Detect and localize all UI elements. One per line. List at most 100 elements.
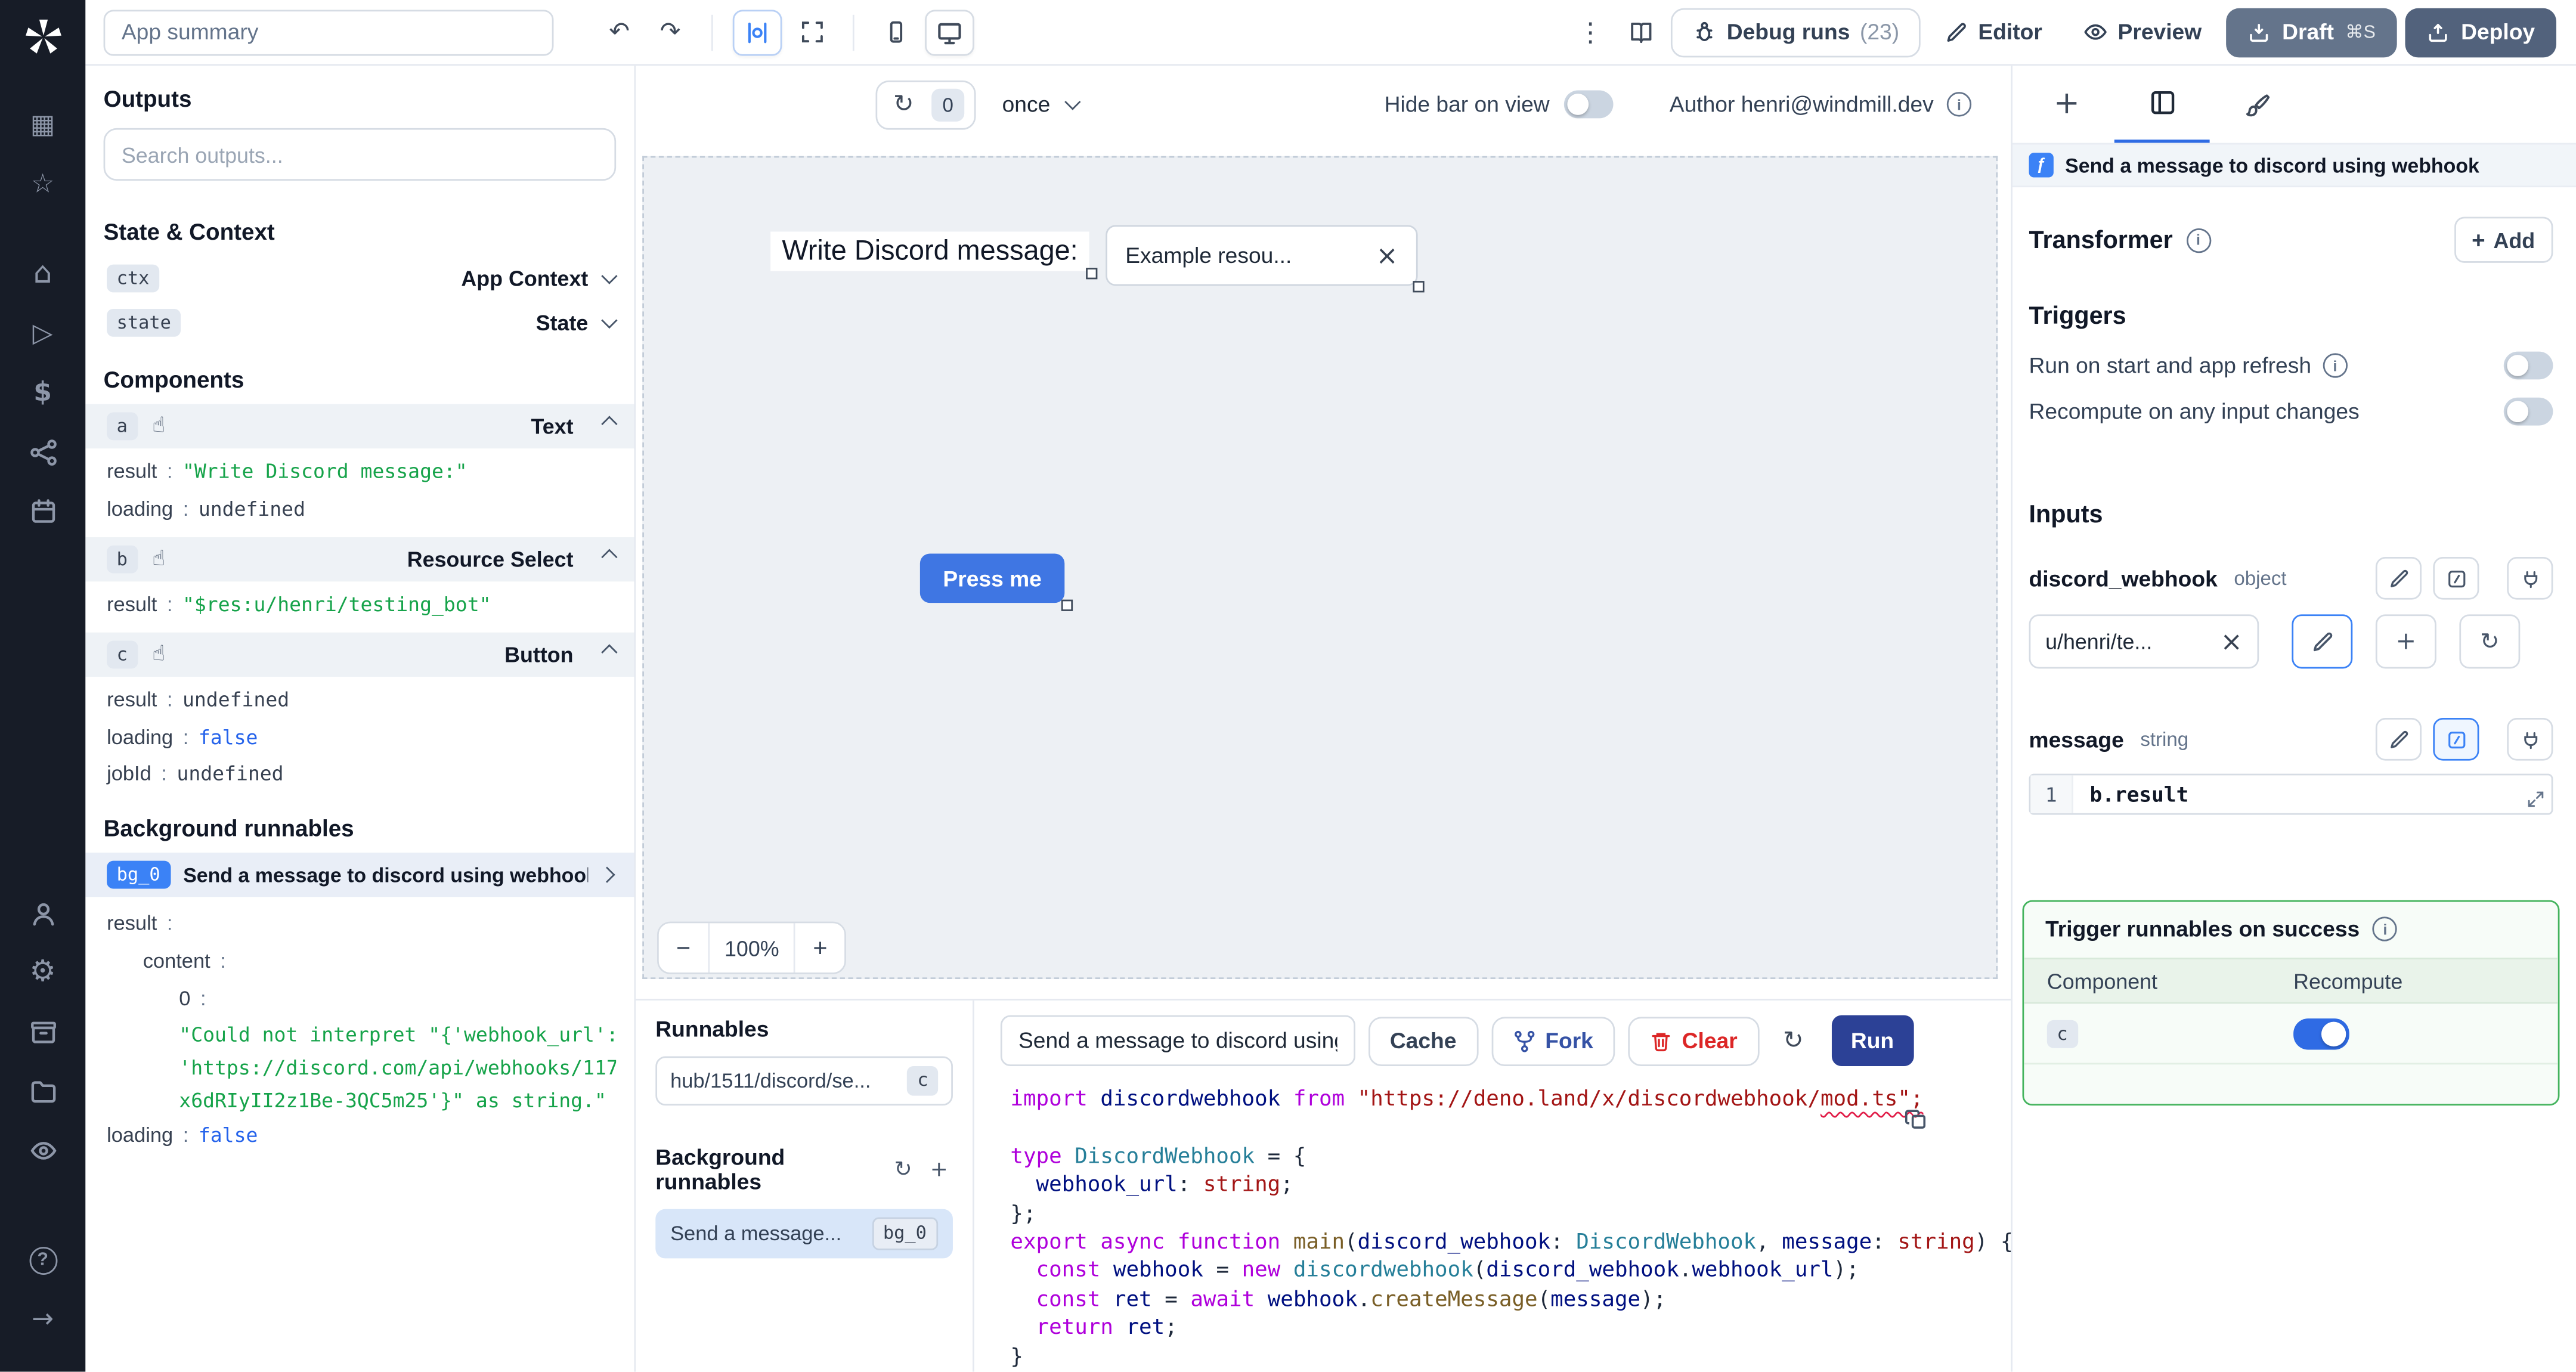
component-a-header[interactable]: a Text [85,404,634,449]
expression-editor[interactable]: 1 b.result [2029,773,2553,815]
chevron-down-icon[interactable] [601,268,618,284]
background-runnable-header[interactable]: bg_0 Send a message to discord using web… [85,853,634,898]
component-b-header[interactable]: b Resource Select [85,537,634,581]
text-component[interactable]: Write Discord message: [770,231,1098,280]
background-runnable-item[interactable]: Send a message... bg_0 [655,1209,953,1259]
eval-mode-button[interactable] [2433,717,2479,761]
chevron-right-icon[interactable] [599,867,615,884]
more-menu-button[interactable] [1569,11,1612,54]
pointer-icon[interactable] [152,643,165,665]
run-button[interactable]: Run [1831,1015,1914,1067]
code-line[interactable]: import discordwebhook from "https://deno… [1010,1086,2011,1114]
docs-button[interactable] [1620,11,1663,54]
copy-code-icon[interactable] [1904,1107,1928,1132]
refresh-interval-select[interactable]: once [989,92,1090,117]
reload-script-button[interactable] [1772,1020,1815,1063]
preview-tab-button[interactable]: Preview [2067,7,2218,57]
add-resource-button[interactable] [2375,614,2436,669]
script-title-input[interactable] [1000,1015,1355,1067]
workers-icon[interactable] [24,1014,61,1050]
windmill-logo[interactable] [20,15,64,59]
clear-button[interactable]: Clear [1627,1016,1759,1066]
code-line[interactable]: } [1010,1343,2011,1372]
pointer-icon[interactable] [152,549,165,570]
app-summary-input[interactable] [103,9,554,55]
resize-handle[interactable] [1061,599,1073,611]
hide-bar-toggle[interactable] [1564,90,1614,119]
component-c-header[interactable]: c Button [85,631,634,677]
mobile-view-button[interactable] [874,11,917,54]
settings-icon[interactable] [24,955,61,991]
zoom-out-button[interactable]: − [658,923,708,973]
chevron-up-icon[interactable] [601,416,618,432]
eval-mode-button[interactable] [2433,556,2479,600]
deploy-button[interactable]: Deploy [2405,7,2556,57]
code-line[interactable]: return ret; [1010,1315,2011,1343]
draft-button[interactable]: Draft ⌘S [2226,7,2397,57]
code-line[interactable] [1010,1114,2011,1143]
insert-component-tab[interactable] [2019,66,2114,143]
connect-input-button[interactable] [2507,556,2553,600]
redo-button[interactable] [649,11,692,54]
expand-editor-icon[interactable] [2527,790,2544,808]
home-icon[interactable] [24,256,61,293]
cache-button[interactable]: Cache [1368,1016,1478,1066]
resize-handle[interactable] [1413,281,1425,293]
apps-icon[interactable] [24,107,61,143]
press-me-button[interactable]: Press me [919,553,1065,603]
info-icon[interactable] [2373,916,2398,941]
add-background-runnable-button[interactable] [925,1155,953,1185]
favorites-icon[interactable] [24,166,61,202]
fullscreen-button[interactable] [790,11,833,54]
resource-input[interactable]: u/henri/te... [2029,614,2259,669]
flows-icon[interactable] [24,433,61,470]
recompute-toggle[interactable] [2293,1017,2349,1049]
static-mode-button[interactable] [2375,717,2422,761]
runs-icon[interactable] [24,315,61,352]
info-icon[interactable] [2323,353,2348,378]
code-lines[interactable]: import discordwebhook from "https://deno… [1010,1086,2011,1371]
refresh-runnables-icon[interactable] [889,1155,917,1185]
cost-icon[interactable] [24,374,61,411]
info-icon[interactable] [1946,92,1972,117]
audit-logs-icon[interactable] [24,1132,61,1168]
resize-handle[interactable] [1086,268,1098,280]
static-mode-button[interactable] [2375,556,2422,600]
connect-input-button[interactable] [2507,717,2553,761]
run-on-start-toggle[interactable] [2503,351,2553,380]
desktop-view-button[interactable] [925,9,974,55]
code-editor[interactable]: import discordwebhook from "https://deno… [974,1074,2011,1372]
editor-tab-button[interactable]: Editor [1929,7,2059,57]
code-line[interactable]: type DiscordWebhook = { [1010,1143,2011,1172]
debug-runs-button[interactable]: Debug runs (23) [1671,7,1921,57]
ctx-row[interactable]: ctx App Context [104,256,618,301]
edit-resource-button[interactable] [2292,614,2353,669]
clear-selection-icon[interactable] [1376,242,1398,268]
code-line[interactable]: webhook_url: string; [1010,1172,2011,1200]
chevron-up-icon[interactable] [601,548,618,565]
folders-icon[interactable] [24,1073,61,1109]
recompute-on-input-toggle[interactable] [2503,397,2553,426]
pointer-icon[interactable] [152,416,165,437]
chevron-up-icon[interactable] [601,643,618,660]
info-icon[interactable] [2185,227,2211,252]
expand-sidebar-icon[interactable] [24,1301,61,1337]
code-line[interactable]: const webhook = new discordwebhook(disco… [1010,1258,2011,1286]
code-line[interactable]: export async function main(discord_webho… [1010,1229,2011,1258]
user-icon[interactable] [24,896,61,932]
refresh-resource-button[interactable] [2459,614,2521,669]
help-icon[interactable] [24,1242,61,1278]
component-settings-tab[interactable] [2114,66,2210,143]
styling-tab[interactable] [2210,66,2305,143]
app-canvas[interactable]: Write Discord message: Example resou... … [642,156,1998,980]
code-line[interactable]: const ret = await webhook.createMessage(… [1010,1286,2011,1315]
runnable-item[interactable]: hub/1511/discord/se... c [655,1056,953,1106]
state-row[interactable]: state State [104,301,618,345]
undo-button[interactable] [598,11,641,54]
button-component[interactable]: Press me [919,553,1073,611]
refresh-app-button[interactable] [887,88,920,120]
schedules-icon[interactable] [24,493,61,529]
resource-select-component[interactable]: Example resou... [1106,225,1425,293]
component-outline-button[interactable] [732,9,782,55]
clear-resource-icon[interactable] [2221,628,2243,655]
